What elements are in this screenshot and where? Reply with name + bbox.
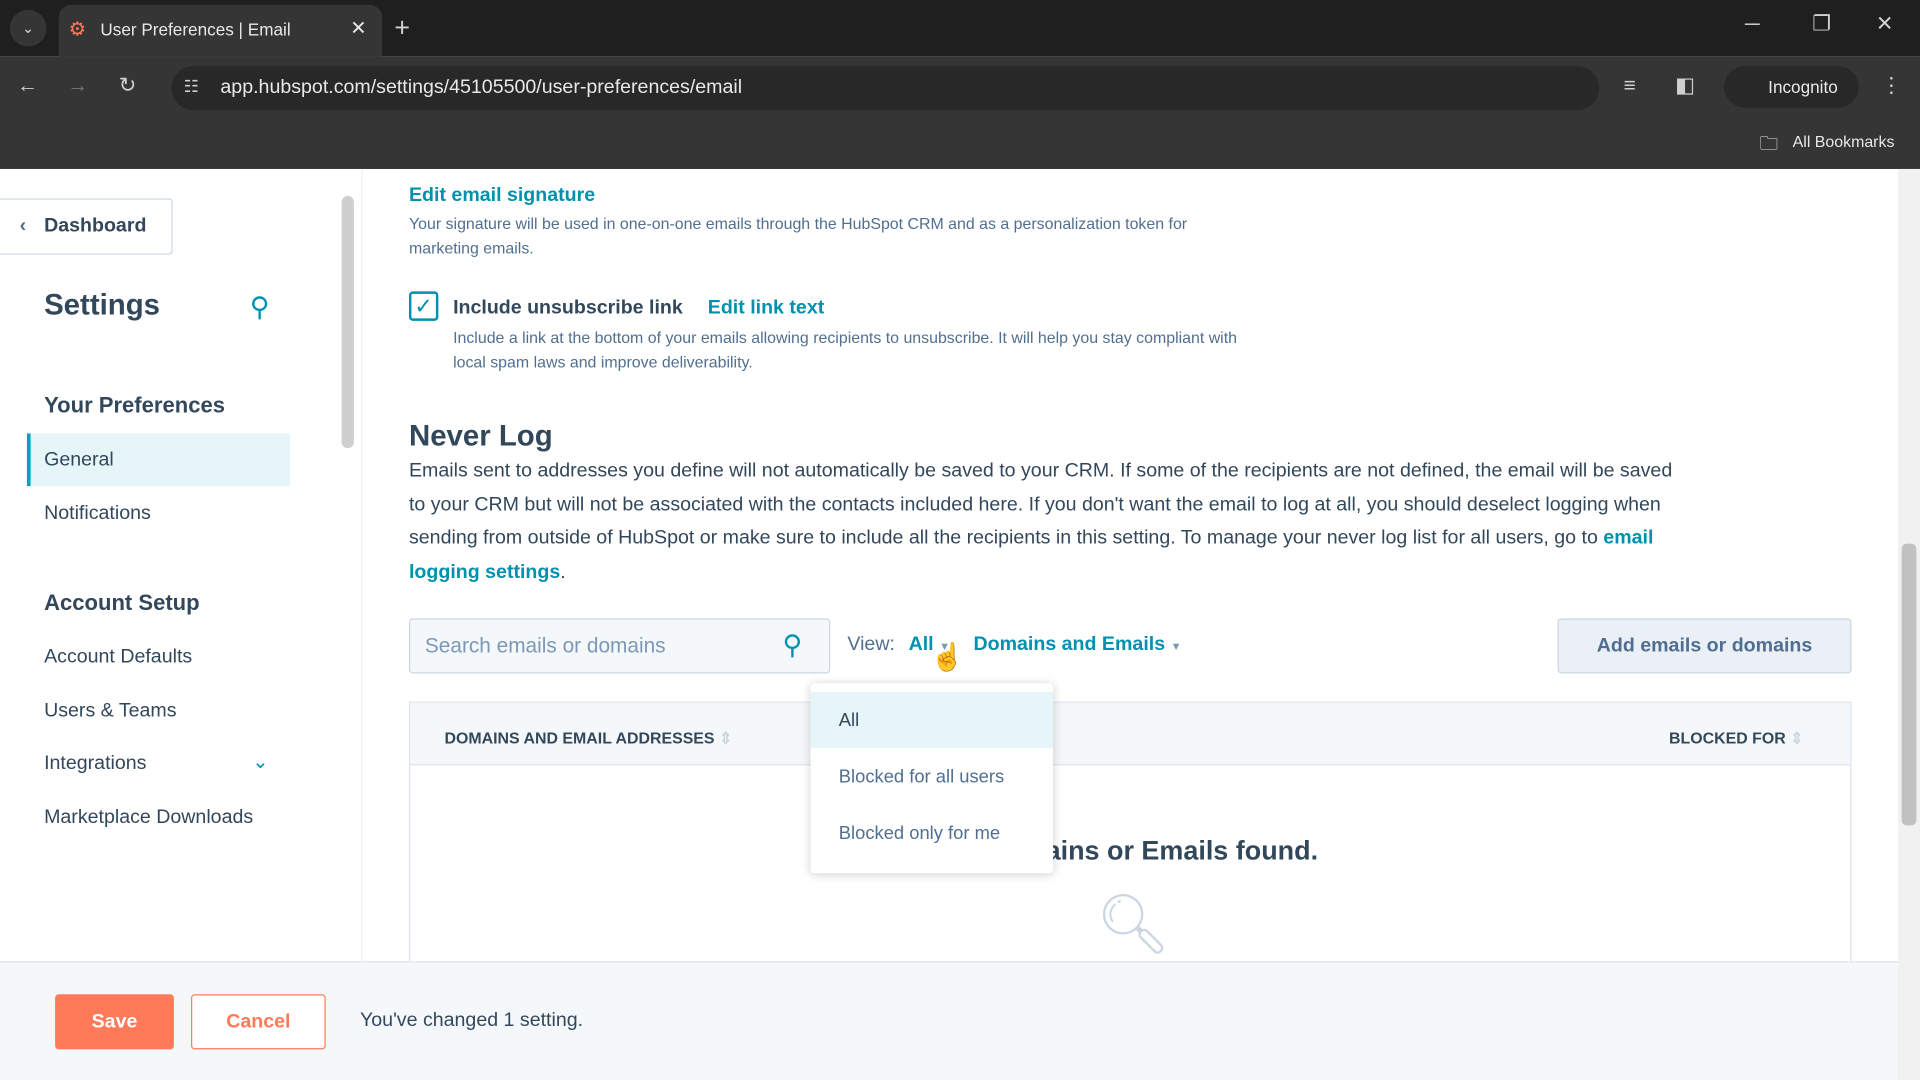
never-log-table: DOMAINS AND EMAIL ADDRESSES ⇕ BLOCKED FO… (408, 701, 1852, 962)
empty-state-text: No Domains or Emails found. (942, 835, 1319, 866)
view-dropdown-menu: All Blocked for all users Blocked only f… (810, 683, 1054, 874)
menu-item-blocked-only-me[interactable]: Blocked only for me (811, 804, 1053, 860)
all-bookmarks[interactable]: All Bookmarks (1793, 132, 1895, 150)
site-info-icon[interactable]: ☷ (184, 76, 199, 97)
sort-icon: ⇕ (1790, 728, 1804, 747)
sidebar-item-account-defaults[interactable]: Account Defaults (44, 647, 192, 669)
never-log-description: Emails sent to addresses you define will… (408, 460, 1673, 583)
profile-label: Incognito (1768, 77, 1838, 97)
sidebar-item-marketplace-downloads[interactable]: Marketplace Downloads (44, 807, 253, 829)
chevron-down-icon[interactable]: ⌄ (252, 749, 268, 773)
edit-link-text-link[interactable]: Edit link text (708, 298, 824, 320)
menu-item-all[interactable]: All (810, 691, 1054, 749)
change-status: You've changed 1 setting. (360, 1010, 584, 1032)
search-icon[interactable]: ⚲ (250, 291, 270, 323)
search-input[interactable]: Search emails or domains ⚲ (408, 618, 831, 674)
reload-icon[interactable]: ↻ (119, 73, 136, 97)
page-scrollbar[interactable] (1897, 168, 1920, 1080)
bookmarks-bar: 🗀 All Bookmarks (0, 120, 1920, 169)
view-label: View: (847, 634, 895, 656)
sidebar-item-users-teams[interactable]: Users & Teams (44, 700, 176, 722)
back-icon[interactable]: ← (17, 73, 38, 97)
sort-icon: ⇕ (718, 728, 733, 747)
unsubscribe-description: Include a link at the bottom of your ema… (453, 328, 1238, 372)
settings-sidebar: ‹ Dashboard Settings ⚲ Your Preferences G… (0, 168, 363, 962)
sidebar-item-general-label: General (44, 449, 114, 471)
close-tab-icon[interactable]: ✕ (350, 16, 366, 40)
url-text: app.hubspot.com/settings/45105500/user-p… (220, 77, 743, 98)
column-label: BLOCKED FOR (1668, 728, 1786, 747)
cancel-button[interactable]: Cancel (191, 994, 326, 1050)
tab-title: User Preferences | Email (100, 19, 291, 40)
sidebar-title: Settings (44, 288, 161, 323)
column-blocked-for[interactable]: BLOCKED FOR ⇕ (1669, 729, 1804, 749)
hand-cursor-icon: ☝ (930, 641, 965, 673)
sidebar-item-notifications[interactable]: Notifications (44, 503, 151, 525)
dashboard-button[interactable]: ‹ Dashboard (0, 198, 173, 255)
chevron-left-icon: ‹ (19, 215, 27, 237)
type-value: Domains and Emails (973, 634, 1166, 656)
new-tab-icon[interactable]: + (394, 12, 410, 44)
add-emails-button[interactable]: Add emails or domains (1557, 618, 1852, 674)
close-window-icon[interactable]: ✕ (1876, 12, 1893, 36)
signature-description: Your signature will be used in one-on-on… (408, 214, 1188, 258)
column-domains[interactable]: DOMAINS AND EMAIL ADDRESSES ⇕ (444, 729, 732, 749)
menu-item-blocked-all-users[interactable]: Blocked for all users (811, 748, 1053, 804)
column-label: DOMAINS AND EMAIL ADDRESSES (444, 728, 715, 747)
browser-tab[interactable]: ⚙ User Preferences | Email ✕ (58, 4, 383, 57)
save-bar: Save Cancel You've changed 1 setting. (0, 961, 1898, 1080)
unsubscribe-checkbox[interactable]: ✓ (408, 291, 439, 321)
forward-icon[interactable]: → (67, 73, 88, 97)
address-bar[interactable]: ☷ app.hubspot.com/settings/45105500/user… (171, 66, 1600, 111)
search-placeholder: Search emails or domains (424, 634, 666, 658)
folder-icon: 🗀 (1759, 133, 1778, 155)
tab-search-button[interactable]: ⌄ (9, 9, 47, 47)
section-your-preferences: Your Preferences (44, 393, 226, 418)
restore-icon[interactable]: ❐ (1812, 12, 1831, 36)
dashboard-label: Dashboard (44, 215, 147, 237)
never-log-text: Emails sent to addresses you define will… (408, 460, 1673, 550)
menu-icon[interactable]: ⋮ (1881, 73, 1902, 97)
sidepanel-icon[interactable]: ◧ (1675, 73, 1695, 97)
unsubscribe-label: Include unsubscribe link (453, 297, 683, 319)
save-button[interactable]: Save (55, 994, 174, 1050)
type-dropdown[interactable]: Domains and Emails ▼ (973, 634, 1181, 656)
search-icon: ⚲ (782, 629, 803, 661)
section-account-setup: Account Setup (44, 590, 200, 615)
tab-strip: ⌄ ⚙ User Preferences | Email ✕ + ─ ❐ ✕ (0, 0, 1920, 57)
magnifier-illustration-icon: 🔍︎ (1095, 892, 1171, 958)
sidebar-item-integrations[interactable]: Integrations (44, 753, 146, 775)
minimize-icon[interactable]: ─ (1745, 12, 1760, 36)
hubspot-logo-icon: ⚙ (68, 19, 87, 41)
edit-signature-link[interactable]: Edit email signature (409, 185, 595, 207)
incognito-badge[interactable]: Incognito (1724, 66, 1859, 108)
sidebar-scrollbar[interactable] (339, 181, 356, 830)
never-log-title: Never Log (408, 420, 553, 454)
media-icon[interactable]: ≡ (1624, 73, 1636, 97)
caret-down-icon: ▼ (1170, 640, 1182, 653)
